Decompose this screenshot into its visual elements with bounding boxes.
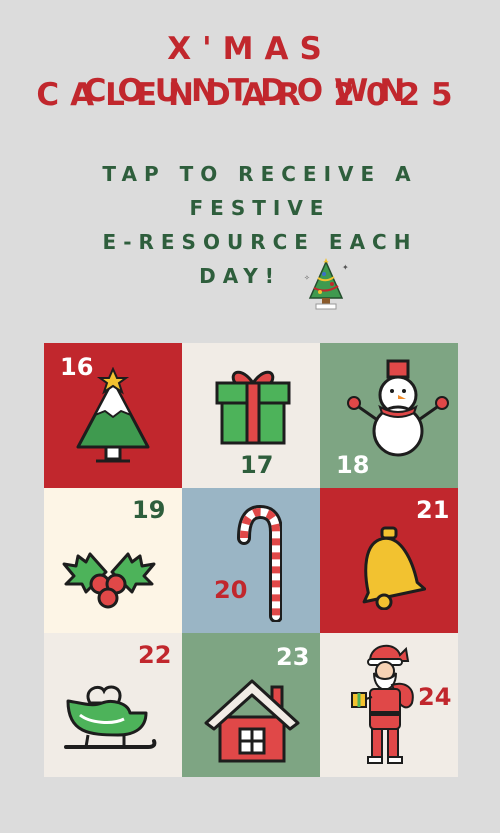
title-line-2: CALENDAR 2025 <box>36 77 464 113</box>
calendar-grid: 16 17 18 19 20 21 22 23 24 <box>44 343 458 777</box>
subtitle-line-1: TAP TO RECEIVE A <box>102 162 418 186</box>
day-number: 24 <box>418 683 452 711</box>
day-24-tile[interactable]: 24 <box>320 633 458 777</box>
svg-text:✧: ✧ <box>304 274 310 282</box>
day-22-tile[interactable]: 22 <box>44 633 182 777</box>
day-number: 21 <box>416 496 450 524</box>
santa-claus-icon <box>351 645 414 764</box>
house-icon <box>204 679 300 763</box>
candy-cane-icon <box>237 504 282 622</box>
day-21-tile[interactable]: 21 <box>320 488 458 633</box>
gift-box-icon <box>215 370 291 445</box>
day-17-tile[interactable]: 17 <box>182 343 320 488</box>
day-number: 23 <box>276 643 310 671</box>
day-16-tile[interactable]: 16 <box>44 343 182 488</box>
subtitle-line-2: FESTIVE <box>189 196 331 220</box>
bell-icon <box>362 526 426 610</box>
subtitle-line-3: E-RESOURCE EACH <box>102 230 418 254</box>
day-19-tile[interactable]: 19 <box>44 488 182 633</box>
day-23-tile[interactable]: 23 <box>182 633 320 777</box>
day-number: 19 <box>132 496 166 524</box>
day-18-tile[interactable]: 18 <box>320 343 458 488</box>
svg-text:✦: ✦ <box>342 263 349 272</box>
day-number: 18 <box>336 451 370 479</box>
snowman-icon <box>347 359 449 457</box>
small-christmas-tree-icon: ✦ ✧ <box>304 258 349 310</box>
day-number: 22 <box>138 641 172 669</box>
christmas-tree-icon <box>76 367 150 463</box>
day-20-tile[interactable]: 20 <box>182 488 320 633</box>
day-number: 17 <box>240 451 274 479</box>
subtitle-line-4: DAY! <box>199 264 281 288</box>
sleigh-icon <box>64 685 157 749</box>
day-number: 20 <box>214 576 248 604</box>
holly-icon <box>62 552 156 609</box>
